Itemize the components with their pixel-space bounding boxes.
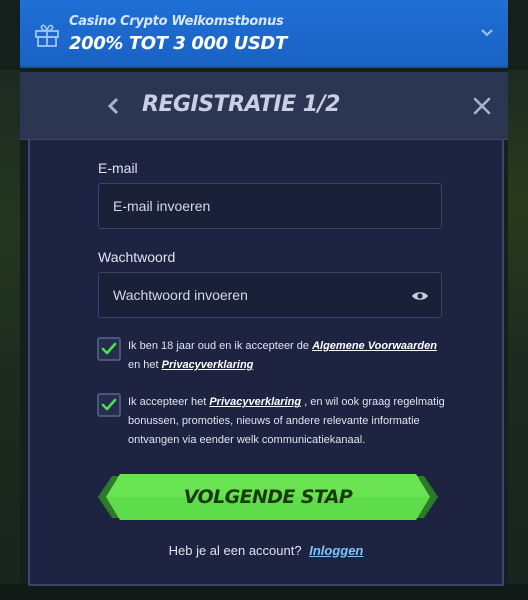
email-placeholder: E-mail invoeren — [113, 198, 211, 214]
bonus-subtitle: Casino Crypto Welkomstbonus — [69, 14, 284, 29]
email-label: E-mail — [98, 160, 138, 176]
terms-consent-text: Ik ben 18 jaar oud en ik accepteer de Al… — [128, 337, 448, 375]
terms-checkbox[interactable] — [97, 337, 121, 361]
welcome-bonus-banner[interactable]: Casino Crypto Welkomstbonus 200% TOT 3 0… — [20, 0, 508, 68]
marketing-checkbox[interactable] — [97, 393, 121, 417]
email-field[interactable]: E-mail invoeren — [98, 183, 442, 229]
login-link[interactable]: Inloggen — [309, 543, 363, 558]
terms-link[interactable]: Algemene Voorwaarden — [312, 340, 437, 352]
next-step-button[interactable]: VOLGENDE STAP — [98, 470, 438, 524]
checkmark-icon — [101, 342, 117, 355]
next-step-label: VOLGENDE STAP — [183, 486, 353, 508]
bonus-title: 200% TOT 3 000 USDT — [69, 33, 287, 54]
background-bottom — [0, 584, 528, 600]
gift-icon — [35, 24, 59, 47]
login-prompt-text: Heb je al een account? — [168, 543, 302, 558]
registration-form: E-mail E-mail invoeren Wachtwoord Wachtw… — [28, 140, 504, 586]
privacy-link[interactable]: Privacyverklaring — [162, 359, 254, 371]
terms-text-middle: en het — [128, 359, 159, 371]
close-icon[interactable] — [472, 96, 492, 116]
eye-icon[interactable] — [411, 290, 429, 302]
page-title: REGISTRATIE 1/2 — [142, 92, 340, 117]
checkmark-icon — [101, 398, 117, 411]
marketing-consent-text: Ik accepteer het Privacyverklaring , en … — [128, 393, 448, 450]
background-left — [0, 70, 20, 600]
registration-header: REGISTRATIE 1/2 — [20, 72, 508, 140]
password-label: Wachtwoord — [98, 249, 176, 265]
chevron-left-icon[interactable] — [107, 97, 119, 115]
marketing-privacy-link[interactable]: Privacyverklaring — [209, 396, 301, 408]
chevron-down-icon[interactable] — [480, 28, 494, 38]
password-field[interactable]: Wachtwoord invoeren — [98, 272, 442, 318]
password-placeholder: Wachtwoord invoeren — [113, 287, 248, 303]
terms-text-before: Ik ben 18 jaar oud en ik accepteer de — [128, 340, 310, 352]
marketing-text-before: Ik accepteer het — [128, 396, 207, 408]
background-right — [508, 70, 528, 600]
login-prompt: Heb je al een account? Inloggen — [30, 543, 502, 558]
